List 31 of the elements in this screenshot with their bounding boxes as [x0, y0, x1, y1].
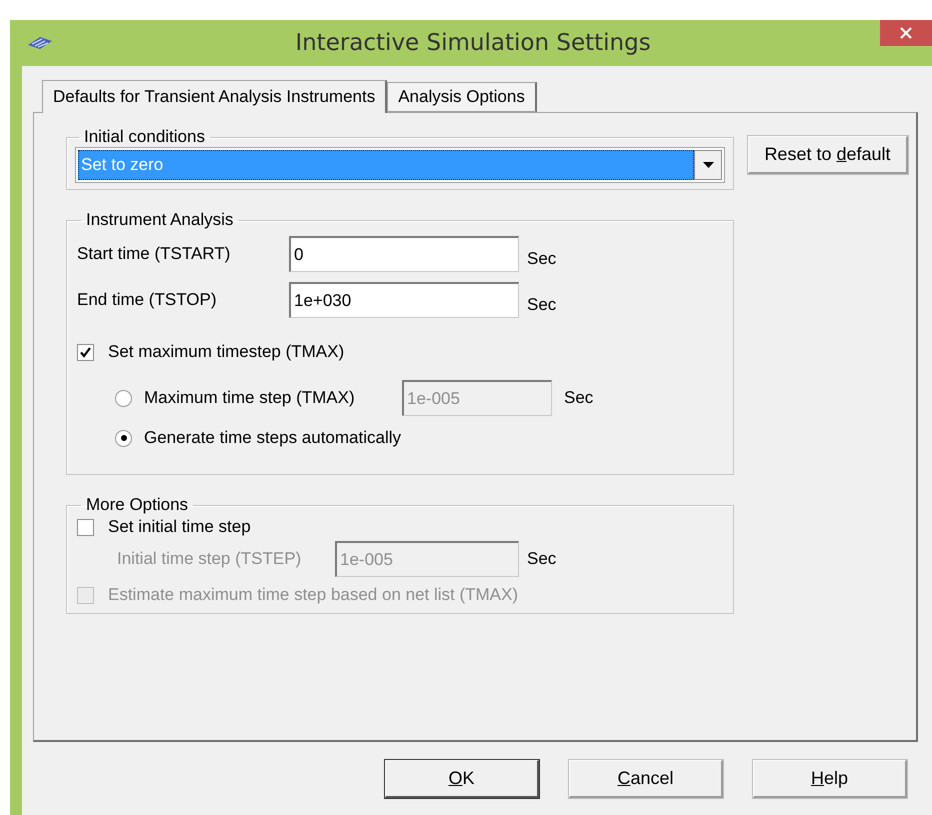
group-label: Instrument Analysis — [85, 210, 234, 230]
unit-label: Sec — [527, 549, 556, 569]
dropdown-arrow-icon — [702, 162, 714, 168]
tab[interactable]: Defaults for Transient Analysis Instruments — [42, 80, 388, 113]
checkbox-label: Set maximum timestep (TMAX) — [108, 342, 344, 362]
input-field[interactable]: 0 — [289, 236, 519, 272]
field-label: Start time (TSTART) — [77, 244, 232, 264]
close-button[interactable] — [880, 20, 932, 46]
window-title: Interactive Simulation Settings — [294, 30, 652, 56]
app-icon — [26, 35, 54, 51]
checkbox[interactable] — [77, 344, 94, 360]
radio-button[interactable] — [115, 430, 132, 446]
checkbox-label: Set initial time step — [108, 517, 251, 537]
dialog-button[interactable]: Help — [753, 760, 907, 798]
checkbox[interactable] — [77, 518, 94, 536]
checkbox-label: Estimate maximum time step based on net list (TMAX) — [108, 585, 518, 605]
group-label: Initial conditions — [83, 127, 206, 147]
unit-label: Sec — [564, 388, 594, 408]
field-label: End time (TSTOP) — [77, 290, 218, 310]
unit-label: Sec — [527, 249, 556, 269]
radio-label: Maximum time step (TMAX) — [144, 388, 356, 408]
unit-label: Sec — [527, 295, 556, 315]
group-label: More Options — [85, 495, 190, 515]
dialog-button[interactable]: Cancel — [569, 760, 723, 798]
field-label: Initial time step (TSTEP) — [117, 549, 302, 569]
close-icon — [900, 27, 912, 39]
tab[interactable]: Analysis Options — [387, 82, 537, 112]
input-field[interactable]: 1e+030 — [289, 282, 519, 318]
dialog-button[interactable]: OK — [385, 760, 539, 798]
radio-label: Generate time steps automatically — [144, 428, 402, 448]
reset-button[interactable]: Reset to default — [748, 136, 908, 174]
